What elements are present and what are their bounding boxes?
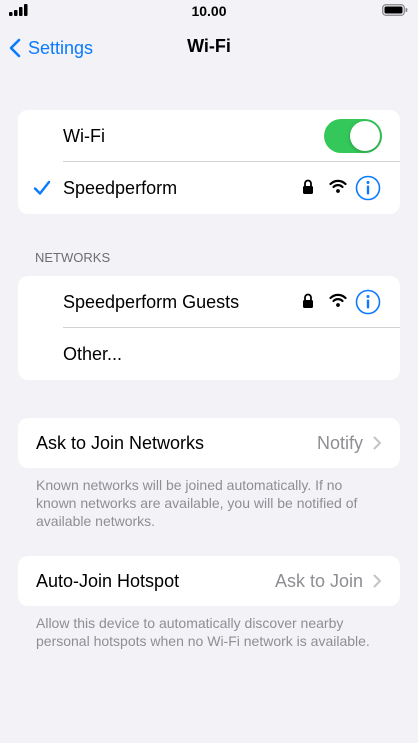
wifi-toggle[interactable] [324, 119, 382, 153]
network-name: Other... [63, 343, 123, 364]
lock-icon [303, 293, 313, 308]
wifi-icon [329, 179, 347, 193]
auto-join-footnote: Allow this device to automatically disco… [36, 615, 370, 649]
wifi-card: Wi-Fi Speedperform [18, 110, 400, 214]
status-time: 10.00 [191, 3, 227, 19]
network-item-other[interactable]: Other... [18, 328, 400, 380]
current-network-row[interactable]: Speedperform [18, 162, 400, 214]
network-name: Speedperform Guests [63, 291, 240, 312]
networks-card: Speedperform Guests Other... [18, 276, 400, 380]
page-title: Wi-Fi [187, 36, 231, 56]
battery-icon [382, 4, 408, 16]
info-icon[interactable] [355, 289, 381, 315]
network-item-guests[interactable]: Speedperform Guests [18, 276, 400, 328]
ask-to-join-card: Ask to Join Networks Notify [18, 418, 400, 468]
wifi-toggle-label: Wi-Fi [63, 125, 105, 146]
auto-join-row[interactable]: Auto-Join Hotspot Ask to Join [18, 556, 400, 606]
toggle-knob [350, 121, 380, 151]
nav-bar: Settings Wi-Fi [0, 24, 418, 70]
wifi-icon [329, 293, 347, 307]
wifi-toggle-row: Wi-Fi [18, 110, 400, 162]
ask-to-join-value: Notify [316, 432, 363, 453]
chevron-right-icon [373, 574, 381, 588]
auto-join-label: Auto-Join Hotspot [36, 570, 180, 591]
chevron-right-icon [373, 436, 381, 450]
checkmark-icon [33, 180, 51, 195]
lock-icon [303, 179, 313, 194]
networks-header: NETWORKS [35, 250, 111, 265]
auto-join-value: Ask to Join [274, 570, 363, 591]
status-bar: 10.00 [0, 0, 418, 24]
ask-to-join-label: Ask to Join Networks [36, 432, 205, 453]
info-icon[interactable] [355, 175, 381, 201]
ask-to-join-footnote: Known networks will be joined automatica… [36, 477, 358, 529]
auto-join-card: Auto-Join Hotspot Ask to Join [18, 556, 400, 606]
current-network-name: Speedperform [63, 177, 178, 198]
ask-to-join-row[interactable]: Ask to Join Networks Notify [18, 418, 400, 468]
